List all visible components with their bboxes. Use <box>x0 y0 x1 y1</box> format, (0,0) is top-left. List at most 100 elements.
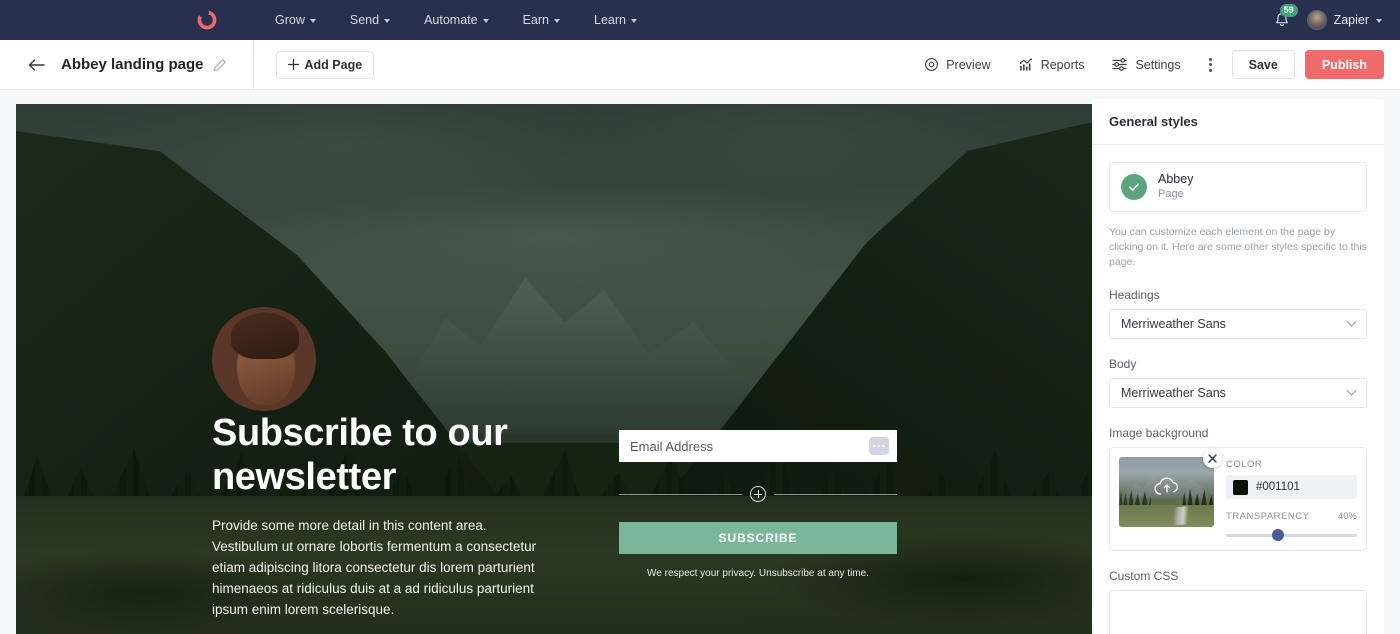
divider-line <box>619 493 742 495</box>
reports-button[interactable]: Reports <box>1005 48 1099 82</box>
slider-track <box>1226 534 1357 537</box>
image-background-box: COLOR #001101 TRANSPARENCY 40% <box>1109 447 1367 551</box>
save-button[interactable]: Save <box>1231 50 1295 79</box>
add-page-button[interactable]: Add Page <box>275 50 375 79</box>
headings-font-value: Merriweather Sans <box>1121 317 1226 331</box>
workspace: Subscribe to our newsletter Provide some… <box>0 90 1400 634</box>
selected-page-card[interactable]: Abbey Page <box>1109 162 1367 212</box>
reports-label: Reports <box>1040 57 1085 72</box>
subscribe-button[interactable]: SUBSCRIBE <box>619 522 897 554</box>
preview-button[interactable]: Preview <box>910 48 1004 82</box>
editor-toolbar: Abbey landing page Add Page Preview Repo… <box>0 39 1400 90</box>
color-swatch <box>1233 479 1248 495</box>
landing-page-canvas[interactable]: Subscribe to our newsletter Provide some… <box>16 104 1092 634</box>
nav-item-automate[interactable]: Automate <box>407 0 506 40</box>
body-font-value: Merriweather Sans <box>1121 386 1226 400</box>
add-page-label: Add Page <box>304 57 363 72</box>
toolbar-left: Abbey landing page Add Page <box>0 39 375 90</box>
page-card-text: Abbey Page <box>1158 172 1193 202</box>
general-styles-panel: General styles Abbey Page You can custom… <box>1092 99 1384 634</box>
plus-icon <box>287 59 299 70</box>
canvas-area: Subscribe to our newsletter Provide some… <box>0 90 1092 634</box>
nav-item-earn[interactable]: Earn <box>506 0 577 40</box>
panel-title: General styles <box>1092 99 1384 145</box>
headings-label: Headings <box>1109 288 1160 302</box>
ellipsis-chip-icon[interactable] <box>869 437 889 455</box>
check-circle-icon <box>1121 174 1147 200</box>
signup-form: Email Address SUBSCRIBE We respect your … <box>619 430 897 579</box>
pencil-icon[interactable] <box>213 58 227 72</box>
chevron-down-icon <box>309 19 316 23</box>
chevron-down-icon <box>554 19 560 23</box>
convertkit-ring-logo-icon[interactable] <box>196 9 218 31</box>
nav-item-grow[interactable]: Grow <box>258 0 333 40</box>
color-picker[interactable]: #001101 <box>1226 475 1357 499</box>
helper-text: You can customize each element on the pa… <box>1109 226 1367 268</box>
add-block-row <box>619 486 897 502</box>
custom-css-textarea[interactable] <box>1109 590 1367 634</box>
nav-item-send[interactable]: Send <box>333 0 407 40</box>
sliders-icon <box>1112 58 1128 71</box>
more-options-icon[interactable] <box>1195 57 1226 72</box>
nav-item-label: Send <box>349 13 380 27</box>
chevron-down-icon <box>384 19 391 23</box>
settings-label: Settings <box>1135 57 1181 72</box>
toolbar-right: Preview Reports Settings Save Publish <box>910 48 1384 82</box>
close-x-icon <box>1208 454 1217 463</box>
transparency-value: 40% <box>1337 511 1357 522</box>
nav-item-label: Earn <box>522 13 549 27</box>
remove-image-button[interactable] <box>1203 449 1222 468</box>
body-label: Body <box>1109 357 1137 371</box>
headings-font-select[interactable]: Merriweather Sans <box>1109 309 1367 339</box>
custom-css-label: Custom CSS <box>1109 569 1179 583</box>
top-navigation-bar: Grow Send Automate Earn Learn 59 Zapier <box>0 0 1400 40</box>
color-hex-value: #001101 <box>1256 481 1300 493</box>
privacy-note: We respect your privacy. Unsubscribe at … <box>647 568 869 579</box>
avatar <box>1306 10 1327 30</box>
email-input[interactable]: Email Address <box>619 430 897 462</box>
nav-item-label: Learn <box>594 13 626 27</box>
hero-heading[interactable]: Subscribe to our newsletter <box>212 411 612 499</box>
transparency-slider[interactable] <box>1226 529 1357 541</box>
publish-button[interactable]: Publish <box>1304 50 1384 79</box>
color-label: COLOR <box>1226 459 1263 470</box>
plus-circle-icon[interactable] <box>750 486 766 502</box>
nav-item-label: Automate <box>424 13 478 27</box>
chevron-down-icon <box>1376 19 1382 23</box>
hero-body-text[interactable]: Provide some more detail in this content… <box>212 515 554 620</box>
panel-body: Abbey Page You can customize each elemen… <box>1092 145 1384 634</box>
background-color-overlay <box>16 104 1092 634</box>
settings-button[interactable]: Settings <box>1098 48 1194 82</box>
page-card-name: Abbey <box>1158 172 1194 186</box>
chevron-down-icon <box>1346 316 1357 327</box>
back-arrow-icon[interactable] <box>28 58 45 72</box>
image-background-label: Image background <box>1109 426 1209 440</box>
nav-item-learn[interactable]: Learn <box>577 0 654 40</box>
account-menu[interactable]: Zapier <box>1306 10 1382 30</box>
eye-icon <box>925 58 939 71</box>
transparency-header: TRANSPARENCY 40% <box>1226 511 1357 522</box>
chevron-down-icon <box>482 19 489 23</box>
toolbar-divider <box>252 39 254 90</box>
notifications-button[interactable]: 59 <box>1271 4 1298 31</box>
hero-avatar[interactable] <box>212 307 316 411</box>
slider-knob[interactable] <box>1272 529 1285 541</box>
notification-count-badge: 59 <box>1279 4 1298 17</box>
page-title: Abbey landing page <box>61 56 204 73</box>
nav-item-label: Grow <box>275 13 305 27</box>
upload-cloud-icon[interactable] <box>1152 476 1182 503</box>
body-font-select[interactable]: Merriweather Sans <box>1109 378 1367 408</box>
transparency-label: TRANSPARENCY <box>1226 511 1310 522</box>
top-nav-links: Grow Send Automate Earn Learn <box>196 0 654 40</box>
chevron-down-icon <box>630 19 637 23</box>
reports-chart-icon <box>1019 58 1032 71</box>
thumbnail-wrapper <box>1119 449 1222 541</box>
preview-label: Preview <box>946 57 991 72</box>
chevron-down-icon <box>1346 385 1357 396</box>
account-name: Zapier <box>1333 13 1369 27</box>
top-nav-right: 59 Zapier <box>1271 0 1382 40</box>
divider-line <box>774 493 897 495</box>
background-thumbnail[interactable] <box>1119 457 1214 527</box>
page-card-type: Page <box>1158 188 1184 200</box>
background-controls: COLOR #001101 TRANSPARENCY 40% <box>1226 457 1357 541</box>
